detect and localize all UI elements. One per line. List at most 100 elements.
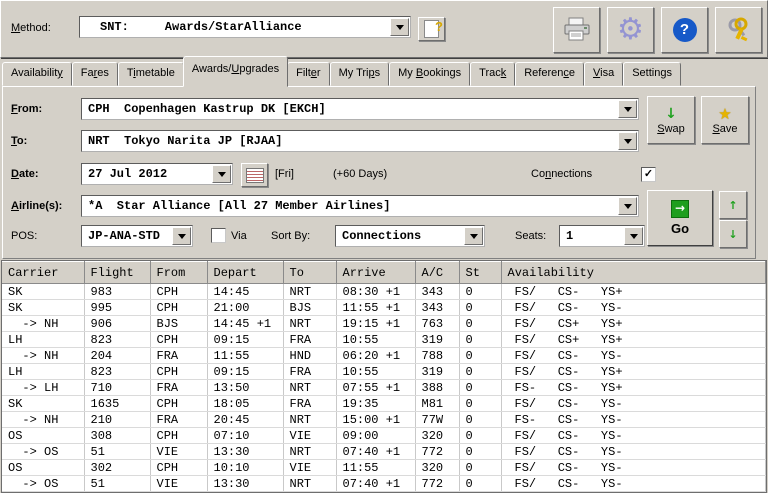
result-row[interactable]: -> NH204FRA11:55HND06:20 +17880FS/ CS- Y… [2, 348, 766, 364]
result-row[interactable]: -> NH906BJS14:45 +1NRT19:15 +17630FS/ CS… [2, 316, 766, 332]
gear-icon: ⚙ [617, 15, 644, 45]
result-cell: -> NH [2, 348, 84, 364]
result-row[interactable]: SK1635CPH18:05FRA19:35M810FS/ CS- YS- [2, 396, 766, 412]
column-header-arrive[interactable]: Arrive [336, 262, 415, 284]
result-cell: BJS [150, 316, 207, 332]
login-keys-button[interactable] [715, 7, 762, 53]
column-header-carrier[interactable]: Carrier [2, 262, 84, 284]
go-button[interactable]: → Go [647, 190, 713, 246]
result-row[interactable]: SK983CPH14:45NRT08:30 +13430FS/ CS- YS+ [2, 284, 766, 300]
tab-my-trips[interactable]: My Trips [330, 62, 390, 86]
column-header-a-c[interactable]: A/C [415, 262, 459, 284]
result-cell: 772 [415, 444, 459, 460]
result-row[interactable]: OS302CPH10:10VIE11:553200FS/ CS- YS- [2, 460, 766, 476]
dropdown-arrow-icon[interactable] [464, 227, 483, 245]
airlines-label: Airline(s): [11, 200, 62, 212]
result-cell: 19:15 +1 [336, 316, 415, 332]
sort-by-combo-value: Connections [336, 226, 463, 246]
tab-my-bookings[interactable]: My Bookings [389, 62, 470, 86]
tab-filter[interactable]: Filter [287, 62, 329, 86]
result-cell: FRA [150, 412, 207, 428]
dropdown-arrow-icon[interactable] [390, 18, 409, 36]
dropdown-arrow-icon[interactable] [172, 227, 191, 245]
tab-reference[interactable]: Reference [515, 62, 584, 86]
help-button[interactable]: ? [661, 7, 708, 53]
column-header-to[interactable]: To [283, 262, 336, 284]
date-combo-value: 27 Jul 2012 [82, 164, 211, 184]
tab-fares[interactable]: Fares [72, 62, 118, 86]
swap-button[interactable]: ↓ Swap [647, 96, 695, 144]
keys-icon [724, 16, 754, 44]
result-row[interactable]: -> OS51VIE13:30NRT07:40 +17720FS/ CS- YS… [2, 444, 766, 460]
scroll-up-button[interactable]: ↑ [719, 191, 747, 219]
from-combo[interactable]: CPH Copenhagen Kastrup DK [EKCH] [81, 98, 639, 120]
result-row[interactable]: -> NH210FRA20:45NRT15:00 +177W0FS- CS- Y… [2, 412, 766, 428]
pos-combo[interactable]: JP-ANA-STD [81, 225, 193, 247]
column-header-from[interactable]: From [150, 262, 207, 284]
connections-checkbox[interactable]: ✓ [641, 167, 656, 182]
triangle-icon [624, 139, 632, 144]
column-header-st[interactable]: St [459, 262, 501, 284]
tab-awards-upgrades[interactable]: Awards/Upgrades [183, 56, 288, 87]
tab-timetable[interactable]: Timetable [118, 62, 184, 86]
result-cell: CPH [150, 332, 207, 348]
settings-button[interactable]: ⚙ [607, 7, 654, 53]
result-cell: 0 [459, 412, 501, 428]
column-header-flight[interactable]: Flight [84, 262, 150, 284]
result-cell: 0 [459, 332, 501, 348]
save-button[interactable]: ★ Save [701, 96, 749, 144]
result-cell: FRA [283, 396, 336, 412]
result-cell: NRT [283, 476, 336, 492]
pos-label: POS: [11, 230, 37, 242]
result-cell: 320 [415, 428, 459, 444]
dropdown-arrow-icon[interactable] [618, 132, 637, 150]
date-combo[interactable]: 27 Jul 2012 [81, 163, 233, 185]
dropdown-arrow-icon[interactable] [212, 165, 231, 183]
result-cell: -> OS [2, 476, 84, 492]
dropdown-arrow-icon[interactable] [618, 100, 637, 118]
result-cell: CPH [150, 300, 207, 316]
method-combo[interactable]: SNT: Awards/StarAlliance [79, 16, 411, 38]
result-cell: 07:40 +1 [336, 444, 415, 460]
result-row[interactable]: LH823CPH09:15FRA10:553190FS/ CS+ YS+ [2, 332, 766, 348]
result-cell: FS/ CS- YS- [501, 300, 766, 316]
result-row[interactable]: OS308CPH07:10VIE09:003200FS/ CS- YS- [2, 428, 766, 444]
save-button-label: Save [712, 123, 737, 135]
result-row[interactable]: -> OS51VIE13:30NRT07:40 +17720FS/ CS- YS… [2, 476, 766, 492]
tab-settings[interactable]: Settings [623, 62, 681, 86]
sort-by-label: Sort By: [271, 230, 310, 242]
column-header-availability[interactable]: Availability [501, 262, 766, 284]
tab-track[interactable]: Track [470, 62, 515, 86]
airlines-combo[interactable]: *A Star Alliance [All 27 Member Airlines… [81, 195, 639, 217]
tab-visa[interactable]: Visa [584, 62, 623, 86]
result-cell: 319 [415, 364, 459, 380]
to-combo[interactable]: NRT Tokyo Narita JP [RJAA] [81, 130, 639, 152]
scroll-down-button[interactable]: ↓ [719, 220, 747, 248]
print-button[interactable] [553, 7, 600, 53]
via-checkbox[interactable] [211, 228, 226, 243]
dropdown-arrow-icon[interactable] [618, 197, 637, 215]
dropdown-arrow-icon[interactable] [624, 227, 643, 245]
seats-combo[interactable]: 1 [559, 225, 645, 247]
result-row[interactable]: -> LH710FRA13:50NRT07:55 +13880FS- CS- Y… [2, 380, 766, 396]
result-cell: 710 [84, 380, 150, 396]
result-row[interactable]: SK995CPH21:00BJS11:55 +13430FS/ CS- YS- [2, 300, 766, 316]
tab-availability[interactable]: Availability [2, 62, 72, 86]
result-cell: OS [2, 428, 84, 444]
table-body: SK983CPH14:45NRT08:30 +13430FS/ CS- YS+S… [2, 284, 766, 493]
tab-label: Timetable [127, 67, 175, 79]
sort-by-combo[interactable]: Connections [335, 225, 485, 247]
result-cell: VIE [150, 476, 207, 492]
date-label: Date: [11, 168, 39, 180]
column-header-depart[interactable]: Depart [207, 262, 283, 284]
triangle-icon [396, 25, 404, 30]
result-cell: FRA [283, 364, 336, 380]
method-combo-value: SNT: Awards/StarAlliance [80, 17, 389, 37]
calendar-button[interactable] [241, 163, 268, 187]
result-cell: 0 [459, 348, 501, 364]
result-cell: 823 [84, 364, 150, 380]
method-help-button[interactable]: ? [418, 17, 445, 41]
result-row[interactable]: LH823CPH09:15FRA10:553190FS/ CS- YS+ [2, 364, 766, 380]
result-cell: CPH [150, 396, 207, 412]
result-cell: -> OS [2, 444, 84, 460]
